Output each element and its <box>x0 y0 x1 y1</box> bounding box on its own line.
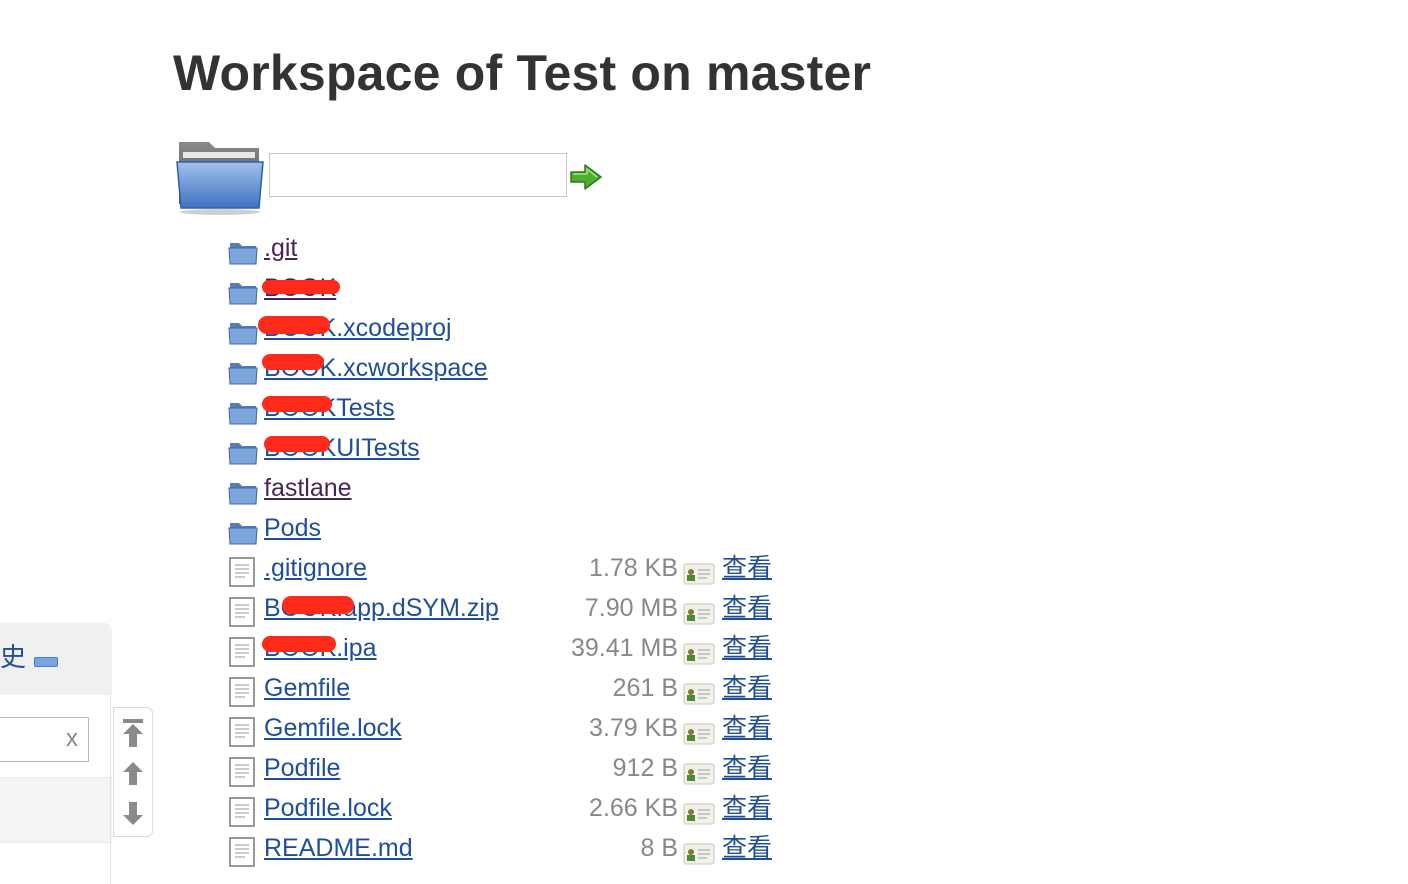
fingerprint-icon[interactable] <box>683 602 715 626</box>
file-size: 8 B <box>640 834 678 862</box>
file-link[interactable]: BOOK.app.dSYM.zip <box>264 591 499 625</box>
folder-icon <box>228 523 258 545</box>
file-link[interactable]: BOOK.ipa <box>264 631 377 665</box>
view-link[interactable]: 查看 <box>722 831 772 865</box>
folder-icon <box>228 483 258 505</box>
folder-link[interactable]: BOOKTests <box>264 391 395 425</box>
go-arrow-icon[interactable] <box>569 162 603 192</box>
page-down-icon[interactable] <box>122 798 144 828</box>
file-link[interactable]: Gemfile <box>264 671 350 705</box>
build-history-panel: 史 x <box>0 623 112 884</box>
fingerprint-icon[interactable] <box>683 722 715 746</box>
file-row: Podfile 912 B 查看 <box>228 748 788 788</box>
file-row: .gitignore 1.78 KB 查看 <box>228 548 788 588</box>
file-link[interactable]: Podfile.lock <box>264 791 392 825</box>
folder-row: fastlane <box>228 468 788 508</box>
folder-row: .git <box>228 228 788 268</box>
file-icon <box>229 597 255 627</box>
file-row: Podfile.lock 2.66 KB 查看 <box>228 788 788 828</box>
view-link[interactable]: 查看 <box>722 591 772 625</box>
file-link[interactable]: Podfile <box>264 751 340 785</box>
file-size: 912 B <box>612 754 678 782</box>
folder-link[interactable]: fastlane <box>264 471 352 505</box>
fingerprint-icon[interactable] <box>683 562 715 586</box>
panel-title: 史 <box>0 642 27 672</box>
folder-icon <box>228 283 258 305</box>
folder-row: Pods <box>228 508 788 548</box>
folder-link[interactable]: BOOK.xcodeproj <box>264 311 452 345</box>
path-input[interactable] <box>269 153 567 197</box>
open-folder-icon <box>176 142 264 215</box>
view-link[interactable]: 查看 <box>722 711 772 745</box>
file-icon <box>229 717 255 747</box>
file-size: 2.66 KB <box>589 794 678 822</box>
folder-icon <box>228 443 258 465</box>
folder-icon <box>228 243 258 265</box>
fingerprint-icon[interactable] <box>683 802 715 826</box>
folder-link[interactable]: BOOK.xcworkspace <box>264 351 488 385</box>
file-link[interactable]: Gemfile.lock <box>264 711 402 745</box>
folder-row: BOOK.xcodeproj <box>228 308 788 348</box>
fingerprint-icon[interactable] <box>683 842 715 866</box>
folder-icon <box>228 363 258 385</box>
fingerprint-icon[interactable] <box>683 642 715 666</box>
fingerprint-icon[interactable] <box>683 682 715 706</box>
folder-link[interactable]: Pods <box>264 511 321 545</box>
history-filter-input[interactable]: x <box>0 717 89 762</box>
history-row <box>0 777 112 843</box>
file-icon <box>229 757 255 787</box>
folder-link[interactable]: .git <box>264 231 297 265</box>
folder-icon <box>228 403 258 425</box>
folder-row: BOOK <box>228 268 788 308</box>
file-icon <box>229 797 255 827</box>
folder-row: BOOKUITests <box>228 428 788 468</box>
file-link[interactable]: README.md <box>264 831 413 865</box>
view-link[interactable]: 查看 <box>722 631 772 665</box>
scroll-to-top-icon[interactable] <box>122 718 144 748</box>
folder-link[interactable]: BOOK <box>264 271 336 305</box>
clear-filter-button[interactable]: x <box>66 725 78 753</box>
view-link[interactable]: 查看 <box>722 791 772 825</box>
view-link[interactable]: 查看 <box>722 551 772 585</box>
panel-header: 史 <box>0 623 112 695</box>
file-row: Gemfile.lock 3.79 KB 查看 <box>228 708 788 748</box>
file-link[interactable]: .gitignore <box>264 551 367 585</box>
file-size: 261 B <box>612 674 678 702</box>
page-up-icon[interactable] <box>122 758 144 788</box>
file-icon <box>229 637 255 667</box>
file-icon <box>229 557 255 587</box>
fingerprint-icon[interactable] <box>683 762 715 786</box>
folder-row: BOOKTests <box>228 388 788 428</box>
panel-divider <box>110 695 111 884</box>
file-row: Gemfile 261 B 查看 <box>228 668 788 708</box>
file-size: 1.78 KB <box>589 554 678 582</box>
file-size: 39.41 MB <box>570 634 678 662</box>
file-icon <box>229 677 255 707</box>
view-link[interactable]: 查看 <box>722 751 772 785</box>
collapse-icon[interactable] <box>34 657 58 667</box>
file-row: BOOK.ipa 39.41 MB 查看 <box>228 628 788 668</box>
folder-icon <box>228 323 258 345</box>
file-size: 3.79 KB <box>589 714 678 742</box>
view-link[interactable]: 查看 <box>722 671 772 705</box>
file-row: BOOK.app.dSYM.zip 7.90 MB 查看 <box>228 588 788 628</box>
scroll-nav <box>113 707 153 837</box>
file-icon <box>229 837 255 867</box>
file-size: 7.90 MB <box>584 594 678 622</box>
page-title: Workspace of Test on master <box>173 45 872 101</box>
file-row: README.md 8 B 查看 <box>228 828 788 868</box>
folder-row: BOOK.xcworkspace <box>228 348 788 388</box>
folder-link[interactable]: BOOKUITests <box>264 431 420 465</box>
